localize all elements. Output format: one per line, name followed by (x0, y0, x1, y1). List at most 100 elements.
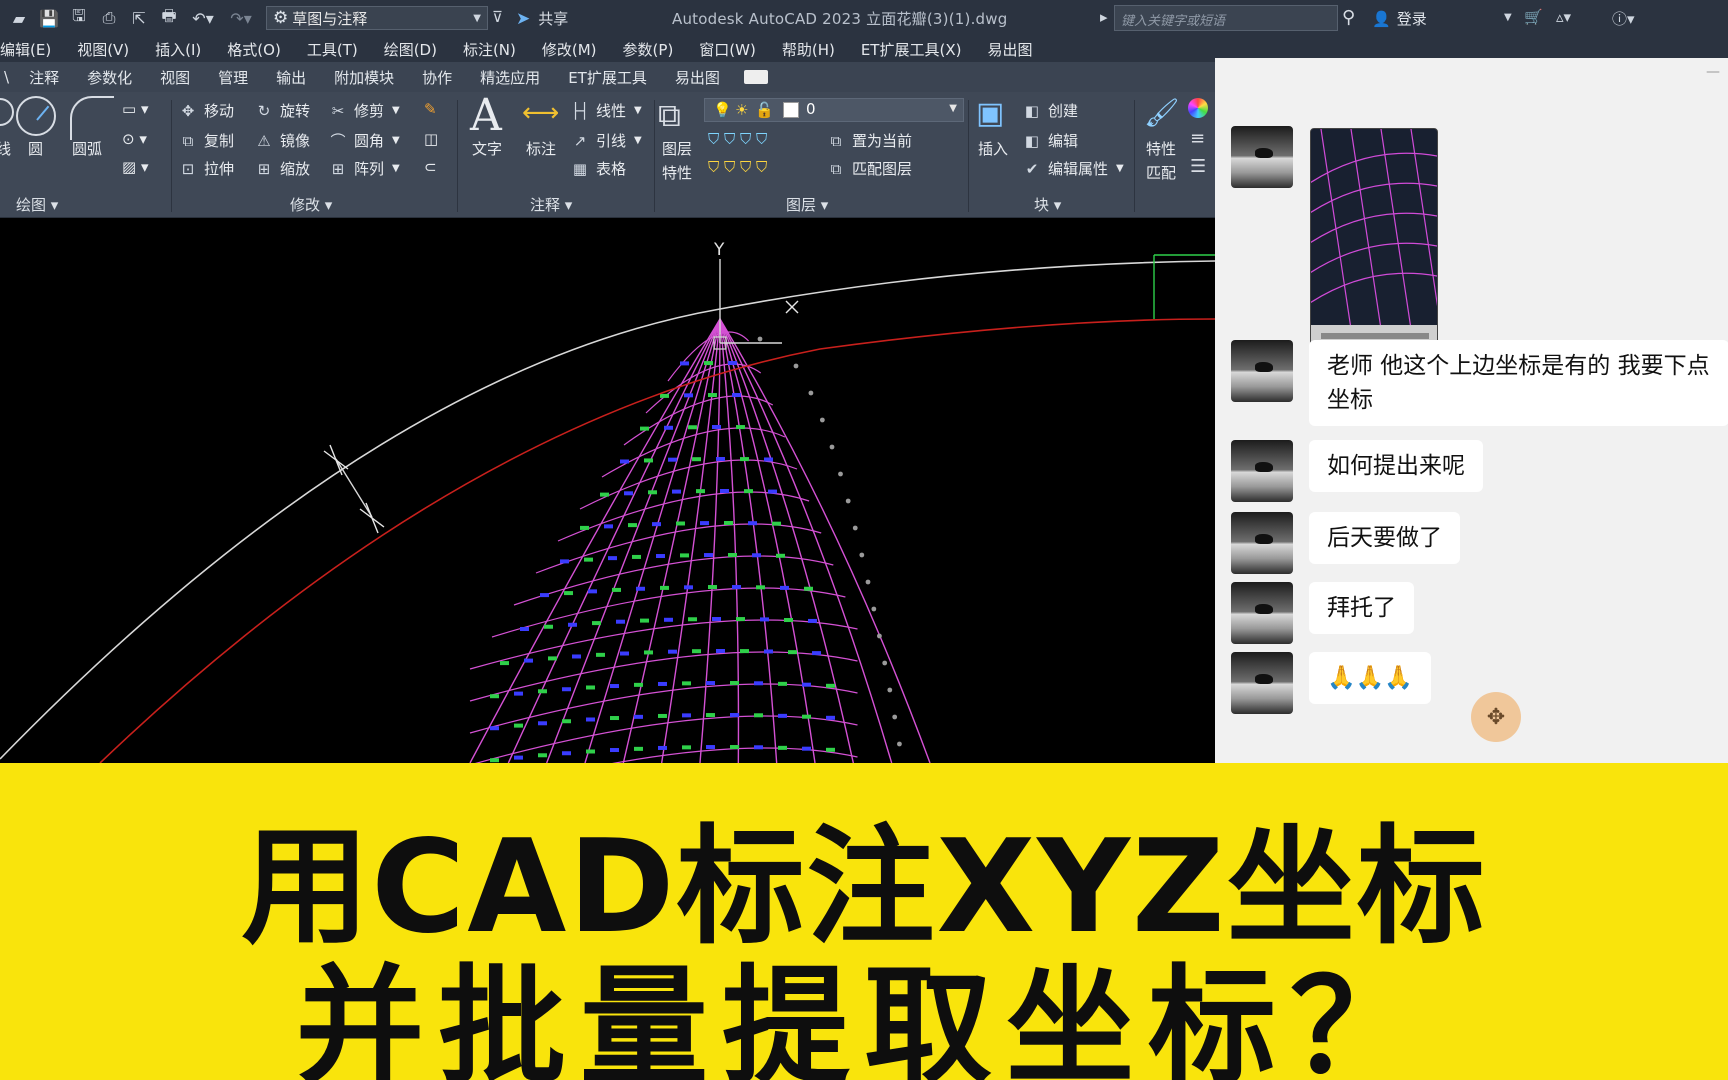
layer-props-label-1[interactable]: 图层 (662, 138, 692, 159)
workspace-selector[interactable]: ⚙ 草图与注释 ▼ (266, 6, 488, 30)
avatar[interactable] (1231, 512, 1293, 574)
tab-et-tools[interactable]: ET扩展工具 (568, 67, 647, 88)
menu-et-tools[interactable]: ET扩展工具(X) (861, 39, 962, 60)
tab-view[interactable]: 视图 (160, 67, 190, 88)
menu-help[interactable]: 帮助(H) (782, 39, 835, 60)
layers-panel-title[interactable]: 图层 ▾ (786, 194, 828, 215)
chat-image-message[interactable] (1310, 128, 1438, 354)
login-button[interactable]: 👤 登录 (1372, 8, 1427, 29)
cart-icon[interactable]: 🛒 (1524, 8, 1543, 26)
move-handle-icon[interactable]: ✥ (1471, 692, 1521, 742)
search-input[interactable]: 键入关键字或短语 (1114, 5, 1338, 31)
customize-qat-icon[interactable]: ⊽ (492, 8, 503, 26)
match-properties-icon[interactable]: 🖌 (1144, 96, 1180, 129)
avatar[interactable] (1231, 582, 1293, 644)
avatar[interactable] (1231, 126, 1293, 188)
menu-insert[interactable]: 插入(I) (155, 39, 201, 60)
help-icon[interactable]: ⓘ▾ (1612, 8, 1635, 29)
linetype-icon[interactable]: ☰ (1190, 156, 1206, 177)
share-button[interactable]: ➤ 共享 (516, 8, 568, 29)
offset-icon[interactable]: ⊂ (424, 158, 437, 176)
fillet-button[interactable]: ⌒ 圆角 ▼ (328, 130, 399, 151)
tab-collaborate[interactable]: 协作 (422, 67, 452, 88)
tab-annotate[interactable]: 注释 (29, 67, 59, 88)
match-label-1[interactable]: 特性 (1146, 138, 1176, 159)
match-layer-button[interactable]: ⧉ 匹配图层 (826, 158, 912, 179)
menu-view[interactable]: 视图(V) (77, 39, 129, 60)
leader-button[interactable]: ↗ 引线 ▼ (570, 130, 642, 151)
create-block-button[interactable]: ◧ 创建 (1022, 100, 1078, 121)
redo-icon[interactable]: ↷▾ (226, 7, 256, 29)
polyline-icon[interactable] (0, 98, 14, 126)
edit-block-button[interactable]: ◧ 编辑 (1022, 130, 1078, 151)
avatar[interactable] (1231, 340, 1293, 402)
scale-button[interactable]: ⊞ 缩放 (254, 158, 310, 179)
insert-block-icon[interactable]: ▣ (976, 96, 1004, 131)
text-label[interactable]: 文字 (472, 138, 502, 159)
hatch-icon[interactable]: ▨ ▾ (122, 158, 148, 176)
tab-addins[interactable]: 附加模块 (334, 67, 394, 88)
tab-manage[interactable]: 管理 (218, 67, 248, 88)
menu-format[interactable]: 格式(O) (227, 39, 281, 60)
menu-window[interactable]: 窗口(W) (699, 39, 756, 60)
annotation-panel-title[interactable]: 注释 ▾ (530, 194, 572, 215)
array-button[interactable]: ⊞ 阵列 ▼ (328, 158, 400, 179)
tab-yichutu[interactable]: 易出图 (675, 67, 720, 88)
menu-parametric[interactable]: 参数(P) (623, 39, 674, 60)
explode-icon[interactable]: ◫ (424, 130, 438, 148)
move-button[interactable]: ✥ 移动 (178, 100, 234, 121)
arc-icon[interactable] (70, 96, 114, 140)
rotate-button[interactable]: ↻ 旋转 (254, 100, 310, 121)
caret-right-icon[interactable]: ▸ (1100, 8, 1108, 26)
tab-parametric[interactable]: 参数化 (87, 67, 132, 88)
publish-icon[interactable]: ⎙ (98, 7, 120, 29)
avatar[interactable] (1231, 440, 1293, 502)
login-chevron-icon[interactable]: ▼ (1504, 12, 1512, 23)
print-icon[interactable]: 🖶 (158, 6, 180, 29)
arc-label[interactable]: 圆弧 (72, 138, 102, 159)
draw-panel-title[interactable]: 绘图 ▾ (16, 194, 58, 215)
export-icon[interactable]: ⇱ (128, 7, 150, 29)
rectangle-icon[interactable]: ▭ ▾ (122, 100, 148, 118)
dimension-icon[interactable]: ⟷ (522, 98, 559, 128)
color-wheel-icon[interactable] (1188, 98, 1208, 118)
set-current-button[interactable]: ⧉ 置为当前 (826, 130, 912, 151)
menu-dimension[interactable]: 标注(N) (463, 39, 516, 60)
autodesk-app-icon[interactable]: ▵▾ (1556, 8, 1571, 26)
ribbon-toggle-button[interactable] (743, 70, 768, 84)
open-folder-icon[interactable]: ▰ (8, 7, 30, 29)
layer-props-label-2[interactable]: 特性 (662, 162, 692, 183)
insert-label[interactable]: 插入 (978, 138, 1008, 159)
undo-icon[interactable]: ↶▾ (188, 7, 218, 29)
save-icon[interactable]: 💾 (38, 7, 60, 29)
save-as-icon[interactable]: 🖫 (68, 6, 90, 29)
avatar[interactable] (1231, 652, 1293, 714)
layer-tools-row2-icon[interactable]: ⛉ ⛉ ⛉ ⛉ (708, 158, 767, 176)
drawing-area[interactable]: Y (0, 219, 1215, 763)
edit-attributes-button[interactable]: ✔ 编辑属性 ▼ (1022, 158, 1124, 179)
match-label-2[interactable]: 匹配 (1146, 162, 1176, 183)
trim-button[interactable]: ✂ 修剪 ▼ (328, 100, 400, 121)
drawing-canvas[interactable]: Y (0, 219, 1215, 763)
menu-draw[interactable]: 绘图(D) (384, 39, 437, 60)
block-panel-title[interactable]: 块 ▾ (1034, 194, 1061, 215)
dimension-label[interactable]: 标注 (526, 138, 556, 159)
tab-output[interactable]: 输出 (276, 67, 306, 88)
layer-tools-row1-icon[interactable]: ⛉ ⛉ ⛉ ⛉ (708, 130, 767, 148)
search-icon[interactable]: ⚲ (1342, 7, 1355, 28)
menu-tools[interactable]: 工具(T) (307, 39, 358, 60)
circle-label[interactable]: 圆 (28, 138, 43, 159)
mirror-button[interactable]: ⚠ 镜像 (254, 130, 310, 151)
modify-panel-title[interactable]: 修改 ▾ (290, 194, 332, 215)
tab-prev-icon[interactable]: \ (4, 68, 9, 86)
copy-button[interactable]: ⧉ 复制 (178, 130, 234, 151)
menu-yichutu[interactable]: 易出图 (987, 39, 1032, 60)
menu-edit[interactable]: 编辑(E) (0, 39, 51, 60)
table-button[interactable]: ▦ 表格 (570, 158, 626, 179)
stretch-button[interactable]: ⊡ 拉伸 (178, 158, 234, 179)
menu-modify[interactable]: 修改(M) (542, 39, 597, 60)
minimize-icon[interactable]: — (1706, 64, 1720, 80)
ellipse-icon[interactable]: ⊙ ▾ (122, 130, 147, 148)
tab-featured-apps[interactable]: 精选应用 (480, 67, 540, 88)
circle-icon[interactable] (16, 96, 56, 136)
